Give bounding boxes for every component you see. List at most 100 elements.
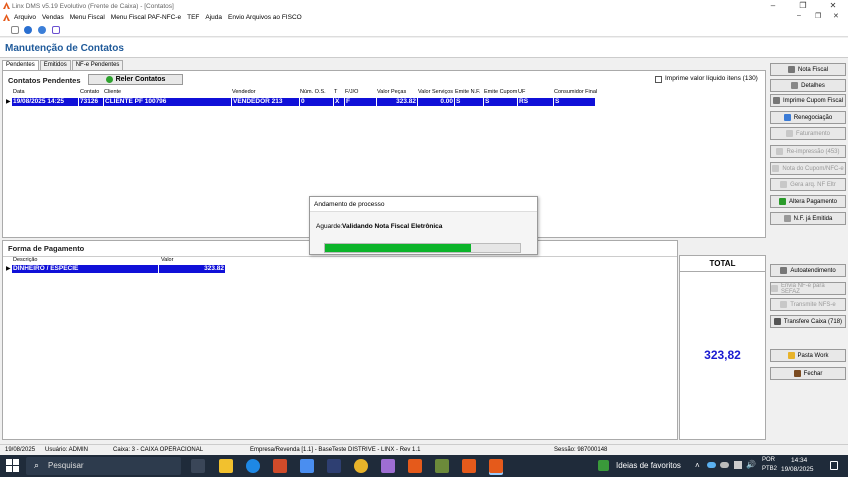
side-button-14[interactable]: Pasta Work bbox=[770, 349, 846, 362]
side-button-label: Detalhes bbox=[801, 82, 825, 89]
side-button-12[interactable]: Transmite NFS-e bbox=[770, 298, 846, 311]
app-menu-icon[interactable] bbox=[3, 14, 10, 21]
side-button-6[interactable]: Nota do Cupom/NFC-e bbox=[770, 162, 846, 175]
side-button-11[interactable]: Envia NF-e para SEFAZ bbox=[770, 282, 846, 295]
search-icon: ⌕ bbox=[34, 460, 40, 470]
cloud-icon[interactable] bbox=[707, 462, 716, 468]
document-icon[interactable] bbox=[11, 26, 19, 34]
progress-dialog: Andamento de processo Aguarde: Validando… bbox=[309, 196, 538, 255]
mail-icon[interactable] bbox=[300, 459, 314, 473]
contatos-title: Contatos Pendentes bbox=[8, 76, 81, 85]
clock-date[interactable]: 19/08/2025 bbox=[781, 466, 814, 473]
menu-arquivo[interactable]: Arquivo bbox=[14, 14, 36, 21]
side-button-9[interactable]: N.F. já Emitida bbox=[770, 212, 846, 225]
side-button-label: Gera arq. NF Eltr bbox=[790, 181, 836, 188]
tab-pendentes[interactable]: Pendentes bbox=[2, 60, 39, 70]
cell-emite-cupom: S bbox=[484, 98, 518, 106]
side-button-7[interactable]: Gera arq. NF Eltr bbox=[770, 178, 846, 191]
app-icon[interactable] bbox=[435, 459, 449, 473]
clock-time[interactable]: 14:34 bbox=[791, 457, 807, 464]
volume-icon[interactable]: 🔊 bbox=[746, 460, 756, 469]
door-icon bbox=[793, 370, 801, 377]
lang-primary[interactable]: POR bbox=[762, 457, 775, 463]
window-title: Linx DMS v5.19 Evolutivo (Frente de Caix… bbox=[12, 2, 174, 10]
table-row[interactable]: DINHEIRO / ESPECIE 323.82 bbox=[12, 265, 226, 273]
menu-envio-fisco[interactable]: Envio Arquivos ao FISCO bbox=[228, 14, 302, 21]
app-icon[interactable] bbox=[381, 459, 395, 473]
word-icon[interactable] bbox=[327, 459, 341, 473]
send-icon bbox=[780, 301, 788, 308]
chrome-icon[interactable] bbox=[354, 459, 368, 473]
side-button-13[interactable]: Transfere Caixa (718) bbox=[770, 315, 846, 328]
printer-icon bbox=[776, 148, 784, 155]
cell-vendedor: VENDEDOR 213 bbox=[232, 98, 300, 106]
linx-dms-icon[interactable] bbox=[408, 459, 422, 473]
tab-emitidos[interactable]: Emitidos bbox=[39, 60, 71, 70]
side-button-label: Envia NF-e para SEFAZ bbox=[780, 282, 825, 295]
news-widget-icon[interactable] bbox=[598, 460, 609, 471]
globe-icon[interactable] bbox=[24, 26, 32, 34]
side-button-1[interactable]: Detalhes bbox=[770, 79, 846, 92]
progress-bar bbox=[324, 243, 521, 253]
side-button-label: Transmite NFS-e bbox=[790, 301, 836, 308]
news-widget-label[interactable]: Ideias de favoritos bbox=[616, 461, 681, 470]
cell-contato: 73126 bbox=[79, 98, 104, 106]
imprime-liquido-checkbox[interactable] bbox=[655, 76, 662, 83]
status-empresa: Empresa/Revenda [1.1] - BaseTeste DISTRI… bbox=[250, 447, 421, 453]
notification-icon[interactable] bbox=[830, 461, 838, 470]
linx-dms-active-icon[interactable] bbox=[489, 459, 503, 473]
col-valor: Valor bbox=[161, 257, 174, 263]
lang-secondary[interactable]: PTB2 bbox=[762, 466, 777, 472]
chevron-up-icon[interactable]: ˄ bbox=[695, 461, 700, 470]
menu-ajuda[interactable]: Ajuda bbox=[205, 14, 222, 21]
menu-fiscal[interactable]: Menu Fiscal bbox=[70, 14, 105, 21]
side-button-label: Imprime Cupom Fiscal bbox=[782, 97, 843, 104]
reler-contatos-button[interactable]: Reler Contatos bbox=[88, 74, 183, 85]
child-close-button[interactable]: ✕ bbox=[833, 12, 839, 20]
transfer-icon bbox=[773, 318, 781, 325]
minimize-button[interactable]: – bbox=[758, 0, 788, 12]
menu-tef[interactable]: TEF bbox=[187, 14, 199, 21]
network-icon[interactable] bbox=[734, 461, 742, 469]
menu-fiscal-paf[interactable]: Menu Fiscal PAF-NFC-e bbox=[111, 14, 181, 21]
printer-icon bbox=[787, 66, 795, 73]
side-button-5[interactable]: Re-impressão (453) bbox=[770, 145, 846, 158]
side-button-3[interactable]: Renegociação bbox=[770, 111, 846, 124]
cell-emite-nf: S bbox=[455, 98, 484, 106]
store-icon[interactable] bbox=[273, 459, 287, 473]
col-emite-cupom: Emite Cupom bbox=[484, 89, 518, 95]
close-button[interactable]: ✕ bbox=[818, 0, 848, 12]
cell-t: X bbox=[334, 98, 345, 106]
table-row[interactable]: 19/08/2025 14:25 73126 CLIENTE PF 100796… bbox=[12, 98, 596, 106]
menu-vendas[interactable]: Vendas bbox=[42, 14, 64, 21]
cloud-icon[interactable] bbox=[720, 462, 729, 468]
reler-contatos-label: Reler Contatos bbox=[115, 76, 166, 83]
dollar-icon bbox=[778, 198, 786, 205]
tab-nfe-pendentes[interactable]: NF-e Pendentes bbox=[71, 60, 124, 70]
edge-icon[interactable] bbox=[246, 459, 260, 473]
contatos-header-row: Data Contato Cliente Vendedor Núm. O.S. … bbox=[3, 89, 765, 97]
magnifier-icon bbox=[791, 82, 799, 89]
file-explorer-icon[interactable] bbox=[219, 459, 233, 473]
calculator-icon[interactable] bbox=[52, 26, 60, 34]
folder-icon bbox=[787, 352, 795, 359]
child-restore-button[interactable]: ❐ bbox=[815, 12, 821, 20]
windows-start-icon[interactable] bbox=[6, 459, 20, 473]
task-view-icon[interactable] bbox=[191, 459, 205, 473]
col-descricao: Descrição bbox=[13, 257, 38, 263]
imprime-liquido-label: Imprime valor líquido itens (130) bbox=[665, 75, 758, 82]
taskbar-search-box[interactable]: ⌕ Pesquisar bbox=[26, 457, 181, 475]
side-button-0[interactable]: Nota Fiscal bbox=[770, 63, 846, 76]
side-button-10[interactable]: Autoatendimento bbox=[770, 264, 846, 277]
side-button-15[interactable]: Fechar bbox=[770, 367, 846, 380]
maximize-button[interactable]: ❐ bbox=[788, 0, 818, 12]
total-panel: TOTAL 323,82 bbox=[679, 255, 766, 440]
side-button-4[interactable]: Faturamento bbox=[770, 127, 846, 140]
help-icon[interactable] bbox=[38, 26, 46, 34]
linx-dms-icon[interactable] bbox=[462, 459, 476, 473]
col-cliente: Cliente bbox=[104, 89, 122, 95]
send-icon bbox=[771, 285, 778, 292]
child-minimize-button[interactable]: – bbox=[797, 12, 801, 19]
side-button-2[interactable]: Imprime Cupom Fiscal bbox=[770, 94, 846, 107]
side-button-8[interactable]: Altera Pagamento bbox=[770, 195, 846, 208]
